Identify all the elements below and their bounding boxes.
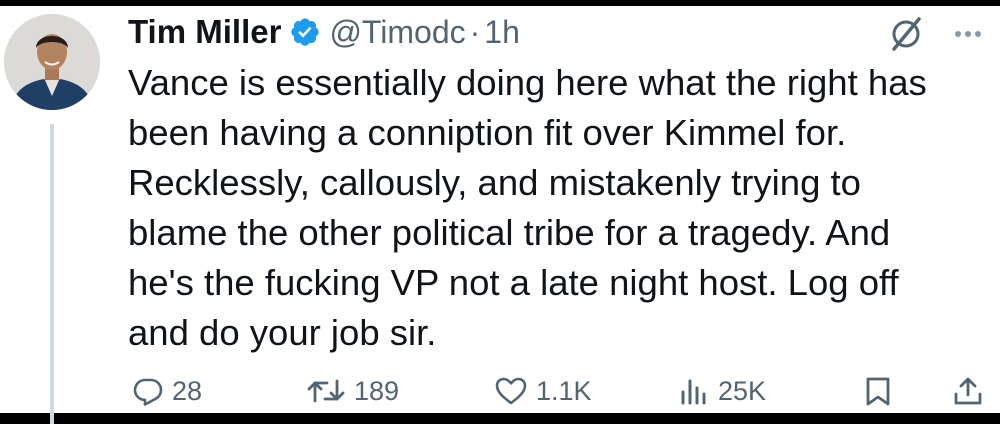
author-avatar[interactable] xyxy=(4,14,100,110)
reply-button[interactable]: 28 xyxy=(132,368,202,414)
reply-count: 28 xyxy=(172,375,203,406)
like-button[interactable]: 1.1K xyxy=(494,368,592,414)
action-bar: 28 189 1.1K 25K xyxy=(0,368,1000,414)
grok-icon[interactable] xyxy=(886,16,926,52)
share-icon xyxy=(954,377,982,405)
retweet-count: 189 xyxy=(354,375,400,406)
views-button[interactable]: 25K xyxy=(678,368,766,414)
reply-icon xyxy=(133,378,163,406)
tweet-time[interactable]: 1h xyxy=(484,14,520,51)
tweet-card: Tim Miller @Timodc · 1h Vance is essenti… xyxy=(0,6,1000,424)
tweet-text: Vance is essentially doing here what the… xyxy=(128,58,990,358)
views-icon xyxy=(681,379,706,405)
like-count: 1.1K xyxy=(536,375,592,406)
retweet-icon xyxy=(307,379,345,403)
retweet-button[interactable]: 189 xyxy=(306,368,399,414)
tweet-text-line: been having a conniption fit over Kimmel… xyxy=(128,112,847,153)
share-button[interactable] xyxy=(952,368,984,414)
author-name[interactable]: Tim Miller xyxy=(128,13,281,51)
verified-badge-icon[interactable] xyxy=(289,16,321,48)
heart-icon xyxy=(495,377,527,405)
author-handle[interactable]: @Timodc xyxy=(329,14,465,51)
tweet-text-line: Recklessly, callously, and mistakenly tr… xyxy=(128,162,861,203)
more-icon[interactable] xyxy=(946,12,990,56)
views-count: 25K xyxy=(718,375,767,406)
bookmark-icon xyxy=(866,377,890,406)
bookmark-button[interactable] xyxy=(862,368,894,414)
avatar-image xyxy=(4,14,100,110)
tweet-text-line: Vance is essentially doing here what the… xyxy=(128,62,927,103)
tweet-text-line: and do your job sir. xyxy=(128,312,437,353)
tweet-text-line: he's the fucking VP not a late night hos… xyxy=(128,262,899,303)
tweet-text-line: blame the other political tribe for a tr… xyxy=(128,212,891,253)
tweet-header: Tim Miller @Timodc · 1h xyxy=(128,8,520,56)
separator-dot: · xyxy=(469,13,481,50)
